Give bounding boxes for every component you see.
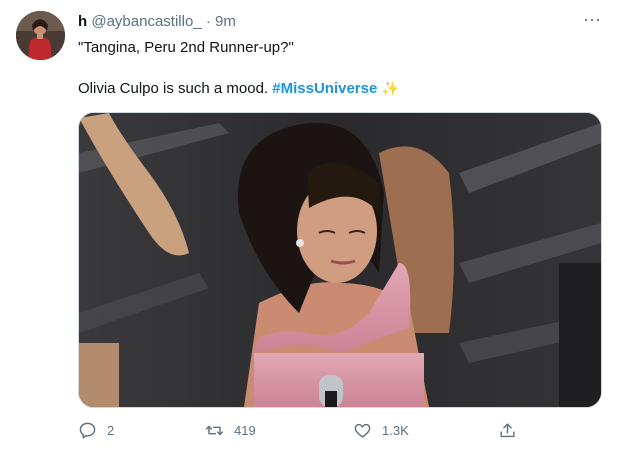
avatar[interactable] xyxy=(16,11,65,60)
tweet-line-2-text: Olivia Culpo is such a mood. xyxy=(78,80,273,97)
like-icon xyxy=(354,423,371,438)
retweet-count: 419 xyxy=(234,422,256,438)
media-image xyxy=(79,113,601,407)
share-icon xyxy=(500,422,515,437)
avatar-image xyxy=(16,11,65,60)
more-icon[interactable]: ··· xyxy=(582,9,602,32)
sparkle-emoji: ✨ xyxy=(381,80,399,96)
reply-count: 2 xyxy=(107,422,115,438)
tweet-line-2: Olivia Culpo is such a mood. #MissUniver… xyxy=(78,78,600,99)
tweet-text: "Tangina, Peru 2nd Runner-up?" Olivia Cu… xyxy=(78,38,600,99)
like-count: 1.3K xyxy=(382,422,409,438)
retweet-button[interactable]: 419 xyxy=(205,418,256,442)
retweet-icon xyxy=(205,425,224,435)
tweet-header: h @aybancastillo_ · 9m xyxy=(78,12,580,32)
user-handle[interactable]: @aybancastillo_ xyxy=(91,13,201,30)
share-button[interactable] xyxy=(498,418,527,442)
more-label: ··· xyxy=(583,9,601,29)
action-bar: 2 419 1.3K xyxy=(78,418,538,442)
tweet[interactable]: h @aybancastillo_ · 9m ··· "Tangina, Per… xyxy=(0,0,620,451)
like-button[interactable]: 1.3K xyxy=(353,418,409,442)
tweet-line-1: "Tangina, Peru 2nd Runner-up?" xyxy=(78,39,294,56)
reply-button[interactable]: 2 xyxy=(78,418,114,442)
separator: · xyxy=(205,13,211,30)
timestamp[interactable]: 9m xyxy=(215,13,236,30)
reply-icon xyxy=(79,422,96,438)
hashtag-link[interactable]: #MissUniverse xyxy=(272,80,377,97)
display-name[interactable]: h xyxy=(78,13,87,30)
tweet-media[interactable] xyxy=(78,112,602,408)
